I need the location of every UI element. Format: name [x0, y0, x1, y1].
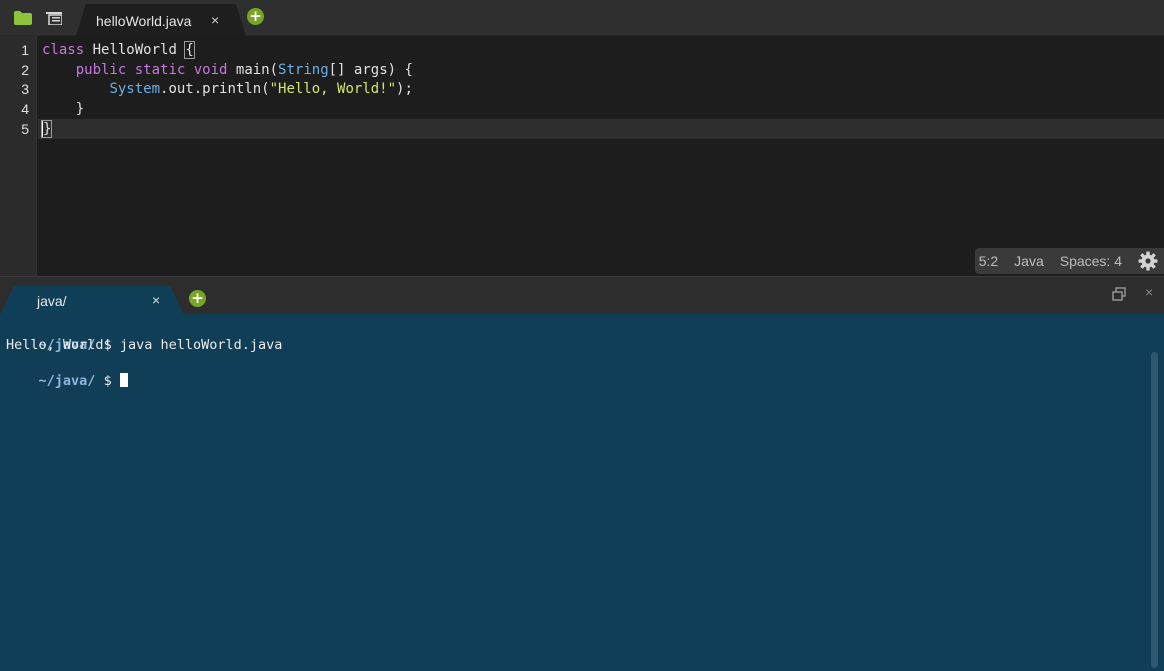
editor-tab-bar: helloWorld.java × +: [0, 0, 1164, 36]
close-terminal-tab-icon[interactable]: ×: [152, 292, 160, 308]
indent-setting[interactable]: Spaces: 4: [1060, 253, 1122, 269]
gear-icon[interactable]: [1138, 251, 1158, 271]
editor-tab-label: helloWorld.java: [96, 13, 192, 29]
prompt-symbol: $: [103, 373, 112, 389]
line-number: 5: [21, 121, 29, 137]
outline-icon[interactable]: [44, 9, 64, 27]
code-line: }: [42, 101, 85, 117]
terminal-scrollbar[interactable]: [1151, 352, 1158, 668]
line-number: 4: [21, 101, 29, 117]
terminal-output: Hello, World!: [6, 337, 112, 353]
line-number: 2: [21, 62, 29, 78]
folder-icon[interactable]: [13, 9, 33, 27]
code-line: System.out.println("Hello, World!");: [109, 81, 413, 97]
code-line-active: }: [38, 119, 1164, 139]
code-line: class HelloWorld {: [42, 41, 195, 59]
close-tab-icon[interactable]: ×: [211, 12, 219, 28]
terminal-line: ~/java/ $: [6, 354, 128, 389]
cursor-position[interactable]: 5:2: [979, 253, 998, 269]
terminal-tab-label: java/: [37, 293, 67, 309]
code-area[interactable]: class HelloWorld { public static void ma…: [38, 36, 1164, 276]
editor-tab-helloworld[interactable]: helloWorld.java ×: [76, 4, 246, 36]
editor-status-bar: 5:2 Java Spaces: 4: [974, 248, 1164, 274]
language-mode[interactable]: Java: [1014, 253, 1044, 269]
code-line: public static void main(String[] args) {: [75, 62, 413, 78]
line-number: 1: [21, 42, 29, 58]
add-tab-button[interactable]: +: [247, 8, 264, 25]
terminal[interactable]: ~/java/ $ java helloWorld.java Hello, Wo…: [0, 314, 1164, 671]
close-panel-icon[interactable]: ×: [1145, 284, 1153, 300]
line-number: 3: [21, 81, 29, 97]
prompt-path: ~/java/: [38, 373, 96, 389]
terminal-command: java helloWorld.java: [119, 337, 283, 353]
code-editor[interactable]: 1 2 3 4 5 class HelloWorld { public stat…: [0, 36, 1164, 276]
add-terminal-button[interactable]: +: [189, 290, 206, 307]
restore-icon[interactable]: [1112, 287, 1126, 301]
line-number-gutter: 1 2 3 4 5: [0, 36, 37, 276]
terminal-line: ~/java/ $ java helloWorld.java: [6, 318, 283, 353]
terminal-cursor[interactable]: [119, 373, 128, 387]
terminal-tab-bar: java/ × + ×: [0, 276, 1164, 315]
terminal-tab-java[interactable]: java/ ×: [0, 286, 184, 315]
